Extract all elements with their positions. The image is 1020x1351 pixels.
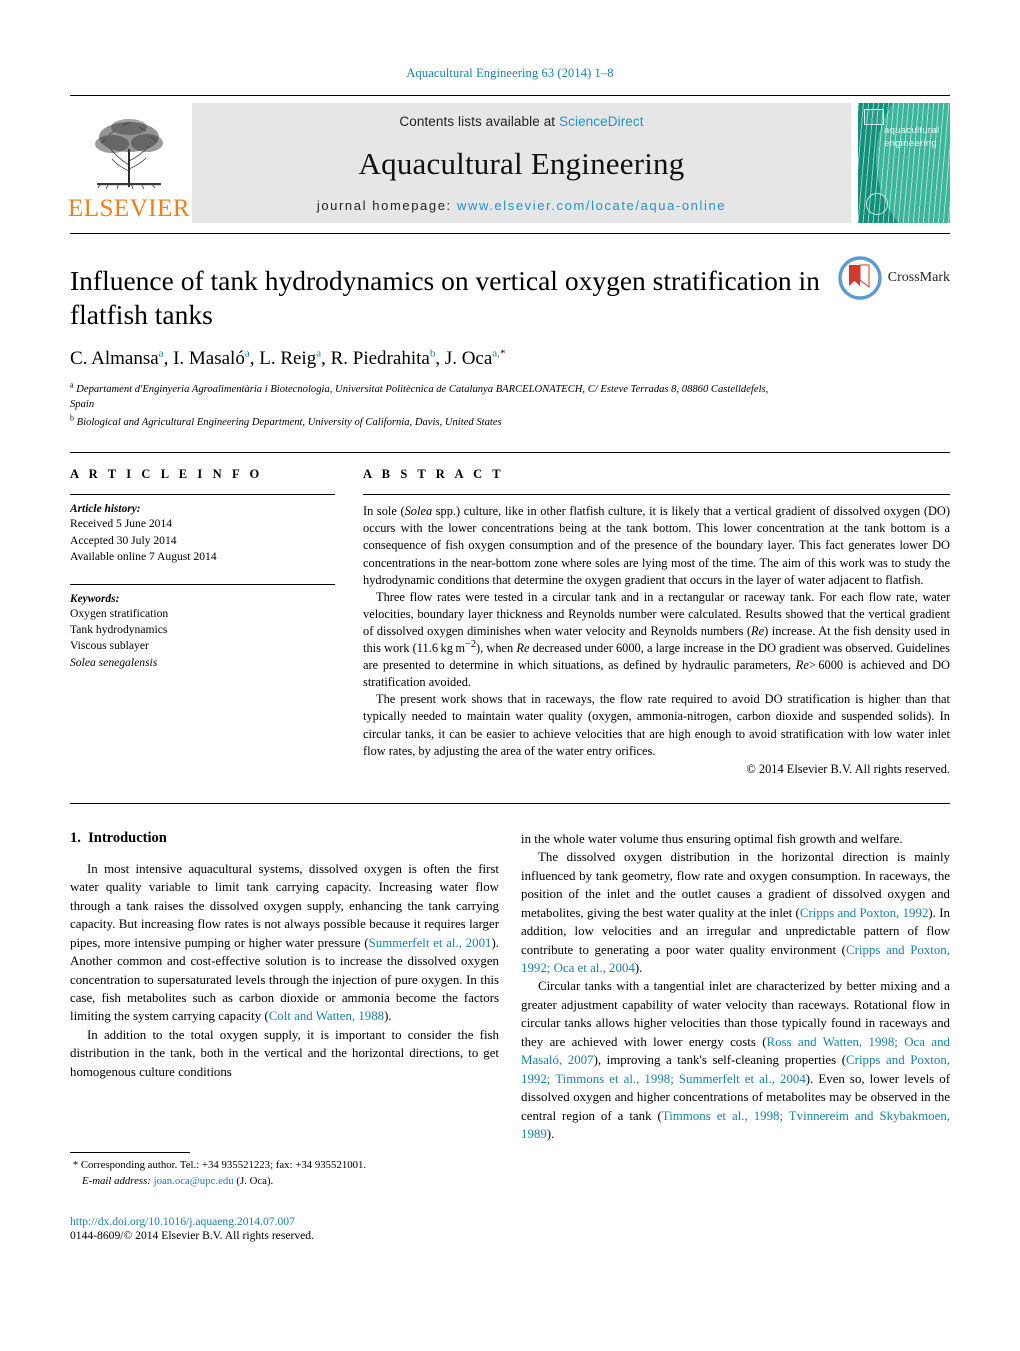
citation-colt-watten-1988[interactable]: Colt and Watten, 1988	[269, 1009, 384, 1023]
masthead-center: Contents lists available at ScienceDirec…	[192, 103, 851, 223]
sciencedirect-link[interactable]: ScienceDirect	[559, 114, 644, 129]
cover-title-text: aquacultural engineering	[884, 125, 939, 151]
intro-paragraph-2: In addition to the total oxygen supply, …	[70, 1027, 499, 1079]
affil-marker-a: a	[158, 347, 164, 360]
history-accepted: Accepted 30 July 2014	[70, 533, 177, 547]
intro-p4-part-b: ), improving a tank's self-cleaning prop…	[593, 1053, 847, 1068]
cover-title-line2: engineering	[884, 137, 937, 149]
abstract-column: A B S T R A C T In sole (Solea spp.) cul…	[363, 467, 950, 777]
affil-marker-a: a	[244, 347, 250, 360]
keyword-item: Tank hydrodynamics	[70, 622, 168, 636]
email-link[interactable]: joan.oca@upc.edu	[154, 1175, 234, 1187]
crossmark-icon	[838, 256, 882, 300]
elsevier-tree-icon	[95, 119, 163, 190]
abstract-paragraph-2: Three flow rates were tested in a circul…	[363, 589, 951, 690]
homepage-prefix: journal homepage:	[316, 198, 452, 213]
journal-cover-thumbnail: aquacultural engineering	[858, 103, 950, 223]
corresponding-author-footnote: * Corresponding author. Tel.: +34 935521…	[70, 1152, 490, 1189]
section-title-text: Introduction	[88, 829, 167, 846]
affiliation-a-text: Departament d'Enginyeria Agroalimentària…	[70, 384, 769, 411]
intro-paragraph-1: In most intensive aquacultural systems, …	[70, 860, 499, 1026]
elsevier-wordmark: ELSEVIER	[67, 195, 191, 222]
body-columns: 1. Introduction In most intensive aquacu…	[70, 804, 950, 1144]
corresponding-marker: *	[72, 1159, 79, 1171]
title-block: Influence of tank hydrodynamics on verti…	[70, 234, 950, 430]
journal-homepage-line: journal homepage: www.elsevier.com/locat…	[317, 198, 726, 213]
abstract-copyright: © 2014 Elsevier B.V. All rights reserved…	[746, 761, 950, 776]
email-line: E-mail address: joan.oca@upc.edu (J. Oca…	[70, 1174, 490, 1190]
intro-p4-part-d: ).	[546, 1127, 555, 1142]
email-label: E-mail address:	[82, 1174, 151, 1187]
doi-block: http://dx.doi.org/10.1016/j.aquaeng.2014…	[70, 1215, 500, 1242]
cover-seal-icon	[866, 193, 888, 215]
running-head: Aquacultural Engineering 63 (2014) 1–8	[406, 66, 614, 80]
footnote-rule	[70, 1152, 190, 1153]
doi-link[interactable]: http://dx.doi.org/10.1016/j.aquaeng.2014…	[70, 1215, 500, 1228]
abstract-heading: A B S T R A C T	[363, 467, 505, 482]
body-right-column: in the whole water volume thus ensuring …	[521, 830, 950, 1144]
info-abstract-area: A R T I C L E I N F O Article history: R…	[70, 453, 950, 777]
page-title: Influence of tank hydrodynamics on verti…	[70, 265, 820, 330]
affiliation-marker-a: a	[70, 380, 74, 390]
affiliation-b-text: Biological and Agricultural Engineering …	[76, 416, 502, 428]
body-left-column: 1. Introduction In most intensive aquacu…	[70, 830, 499, 1144]
article-history-label: Article history:	[70, 503, 141, 516]
intro-paragraph-2-continued: in the whole water volume thus ensuring …	[521, 831, 903, 846]
article-info-column: A R T I C L E I N F O Article history: R…	[70, 467, 335, 777]
citation-cripps-poxton-1992[interactable]: Cripps and Poxton, 1992	[800, 906, 929, 920]
history-available-online: Available online 7 August 2014	[70, 550, 217, 564]
contents-available-line: Contents lists available at ScienceDirec…	[399, 114, 643, 129]
abstract-rule	[363, 494, 950, 496]
homepage-url-link[interactable]: www.elsevier.com/locate/aqua-online	[457, 198, 726, 213]
paper-page: Aquacultural Engineering 63 (2014) 1–8 E…	[0, 0, 1020, 1351]
article-info-rule	[70, 494, 335, 496]
keyword-item: Solea senegalensis	[70, 655, 158, 669]
email-suffix: (J. Oca).	[236, 1174, 274, 1187]
affiliation-a: a Departament d'Enginyeria Agroalimentàr…	[70, 380, 790, 413]
intro-p3-part-c: ).	[634, 960, 643, 975]
journal-masthead: ELSEVIER Contents lists available at Sci…	[67, 95, 950, 223]
journal-title: Aquacultural Engineering	[358, 145, 685, 181]
intro-paragraph-4: Circular tanks with a tangential inlet a…	[521, 977, 950, 1143]
crossmark-label: CrossMark	[887, 270, 950, 285]
author-list: C. Almansaa, I. Masalóa, L. Reiga, R. Pi…	[70, 347, 506, 370]
affil-marker-a: a	[316, 347, 322, 360]
keywords-label: Keywords:	[70, 592, 120, 605]
history-received: Received 5 June 2014	[70, 517, 173, 531]
corresponding-author-text: Corresponding author. Tel.: +34 93552122…	[80, 1159, 367, 1171]
intro-p1-part-c: ).	[384, 1009, 392, 1024]
issn-copyright-line: 0144-8609/© 2014 Elsevier B.V. All right…	[70, 1229, 314, 1242]
keywords-rule	[70, 583, 335, 585]
affiliation-b: b Biological and Agricultural Engineerin…	[70, 413, 790, 430]
affil-marker-a-star: a,*	[492, 347, 506, 360]
crossmark-badge[interactable]: CrossMark	[838, 256, 950, 300]
section-heading-introduction: 1. Introduction	[70, 830, 499, 847]
corresponding-author-line: * Corresponding author. Tel.: +34 935521…	[70, 1158, 490, 1174]
affiliation-marker-b: b	[70, 413, 74, 423]
cover-badge-icon	[864, 109, 884, 125]
contents-prefix: Contents lists available at	[399, 114, 556, 129]
affil-marker-b: b	[429, 347, 436, 360]
abstract-paragraph-3: The present work shows that in raceways,…	[363, 692, 950, 758]
intro-paragraph-3: The dissolved oxygen distribution in the…	[521, 848, 950, 977]
section-number: 1.	[70, 829, 81, 846]
elsevier-logo: ELSEVIER	[67, 103, 191, 223]
keyword-item: Viscous sublayer	[70, 639, 149, 653]
citation-summerfelt-2001[interactable]: Summerfelt et al., 2001	[369, 936, 492, 950]
article-info-heading: A R T I C L E I N F O	[70, 467, 263, 482]
keyword-item: Oxygen stratification	[70, 606, 169, 620]
cover-title-line1: aquacultural	[884, 125, 940, 136]
abstract-paragraph-1: In sole (Solea spp.) culture, like in ot…	[363, 504, 950, 587]
